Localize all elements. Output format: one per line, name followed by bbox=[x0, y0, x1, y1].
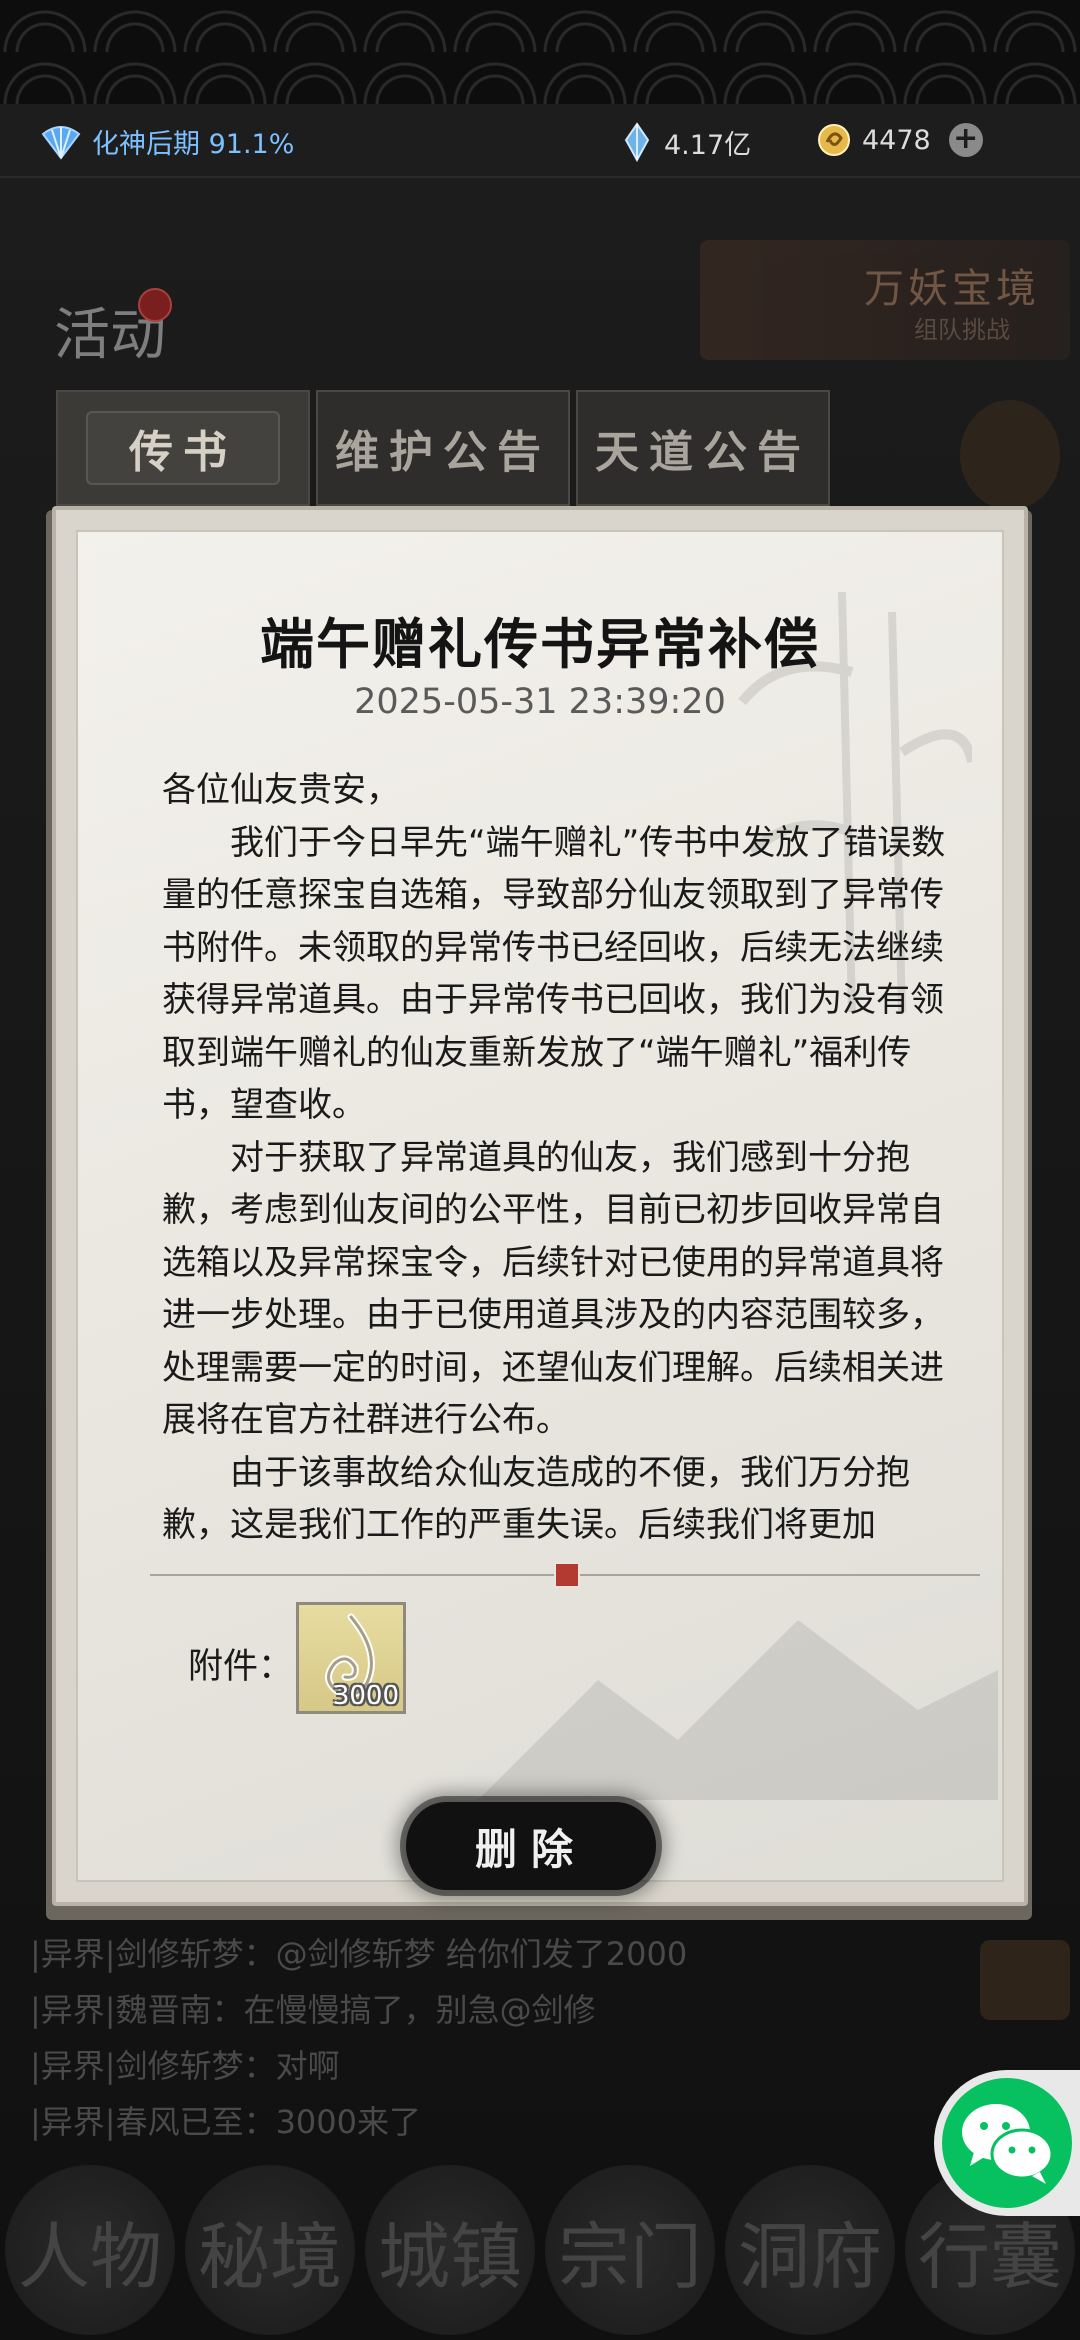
letter-date: 2025-05-31 23:39:20 bbox=[354, 682, 726, 722]
letter-title: 端午赠礼传书异常补偿 bbox=[260, 613, 820, 676]
mail-tabs: 传书 维护公告 天道公告 bbox=[56, 390, 830, 506]
event-banner-subtitle: 组队挑战 bbox=[914, 316, 1010, 344]
tab-heaven-notice[interactable]: 天道公告 bbox=[576, 390, 830, 506]
realm-text: 化神后期 91.1% bbox=[92, 129, 295, 160]
nav-town[interactable]: 城镇 bbox=[365, 2165, 535, 2335]
wechat-float-button[interactable] bbox=[934, 2070, 1080, 2216]
letter-paragraph: 我们于今日早先“端午赠礼”传书中发放了错误数量的任意探宝自选箱，导致部分仙友领取… bbox=[162, 822, 946, 1126]
event-banner-title: 万妖宝境 bbox=[864, 266, 1040, 312]
add-coins-button[interactable]: + bbox=[948, 123, 983, 157]
coin-value: 4478 bbox=[862, 124, 931, 156]
nav-secret-realm[interactable]: 秘境 bbox=[185, 2165, 355, 2335]
tab-maintenance-notice[interactable]: 维护公告 bbox=[316, 390, 570, 506]
spirit-stone-counter[interactable]: 4.17亿 bbox=[624, 122, 751, 162]
chat-line: |异界|魏晋南：在慢慢搞了，别急@剑修 bbox=[30, 1991, 596, 2029]
coin-counter[interactable]: 4478 + bbox=[816, 122, 983, 158]
realm-status[interactable]: 化神后期 91.1% bbox=[40, 122, 294, 161]
chat-feed[interactable]: |异界|剑修斩梦：@剑修斩梦 给你们发了2000 |异界|魏晋南：在慢慢搞了，别… bbox=[30, 1926, 687, 2150]
event-banner[interactable]: 万妖宝境 组队挑战 bbox=[700, 240, 1070, 360]
letter-body[interactable]: 各位仙友贵安， 我们于今日早先“端午赠礼”传书中发放了错误数量的任意探宝自选箱，… bbox=[162, 764, 972, 1546]
right-bag-button[interactable] bbox=[980, 1940, 1070, 2020]
letter-greeting: 各位仙友贵安， bbox=[162, 770, 400, 810]
letter-paragraph: 由于该事故给众仙友造成的不便，我们万分抱歉，这是我们工作的严重失误。后续我们将更… bbox=[162, 1452, 910, 1546]
tab-letters-label: 传书 bbox=[129, 427, 237, 478]
tab-letters[interactable]: 传书 bbox=[56, 390, 310, 506]
tab-heaven-label: 天道公告 bbox=[595, 427, 811, 478]
letter-paper: 端午赠礼传书异常补偿 2025-05-31 23:39:20 各位仙友贵安， 我… bbox=[76, 530, 1004, 1890]
chat-line: |异界|春风已至：3000来了 bbox=[30, 2103, 422, 2141]
wechat-icon bbox=[962, 2104, 1054, 2184]
chat-line: |异界|剑修斩梦：@剑修斩梦 给你们发了2000 bbox=[30, 1935, 688, 1973]
attachment-count: 3000 bbox=[332, 1681, 399, 1711]
attachment-label: 附件： bbox=[188, 1647, 294, 1687]
fan-icon bbox=[41, 125, 81, 160]
mountain-decoration bbox=[478, 1620, 998, 1800]
seal-icon bbox=[554, 1562, 580, 1588]
bottom-navigation: 人物 秘境 城镇 宗门 洞府 行囊 bbox=[0, 2160, 1080, 2340]
nav-cave[interactable]: 洞府 bbox=[725, 2165, 895, 2335]
nav-sect[interactable]: 宗门 bbox=[545, 2165, 715, 2335]
letter-paragraph: 对于获取了异常道具的仙友，我们感到十分抱歉，考虑到仙友间的公平性，目前已初步回收… bbox=[162, 1137, 944, 1441]
chat-line: |异界|剑修斩梦：对啊 bbox=[30, 2047, 340, 2085]
coin-icon bbox=[818, 124, 850, 156]
delete-button[interactable]: 删除 bbox=[406, 1802, 656, 1890]
status-bar: 化神后期 91.1% 4.17亿 4478 + bbox=[0, 104, 1080, 178]
letter-dialog: 端午赠礼传书异常补偿 2025-05-31 23:39:20 各位仙友贵安， 我… bbox=[52, 506, 1028, 1906]
attachment-item[interactable]: 3000 bbox=[296, 1602, 406, 1714]
right-side-button[interactable] bbox=[960, 400, 1060, 510]
activity-notification-dot bbox=[138, 288, 172, 322]
spirit-stone-icon bbox=[624, 122, 650, 162]
top-decoration bbox=[0, 0, 1080, 104]
nav-character[interactable]: 人物 bbox=[5, 2165, 175, 2335]
tab-maintenance-label: 维护公告 bbox=[335, 427, 551, 478]
spirit-stone-value: 4.17亿 bbox=[664, 129, 752, 161]
